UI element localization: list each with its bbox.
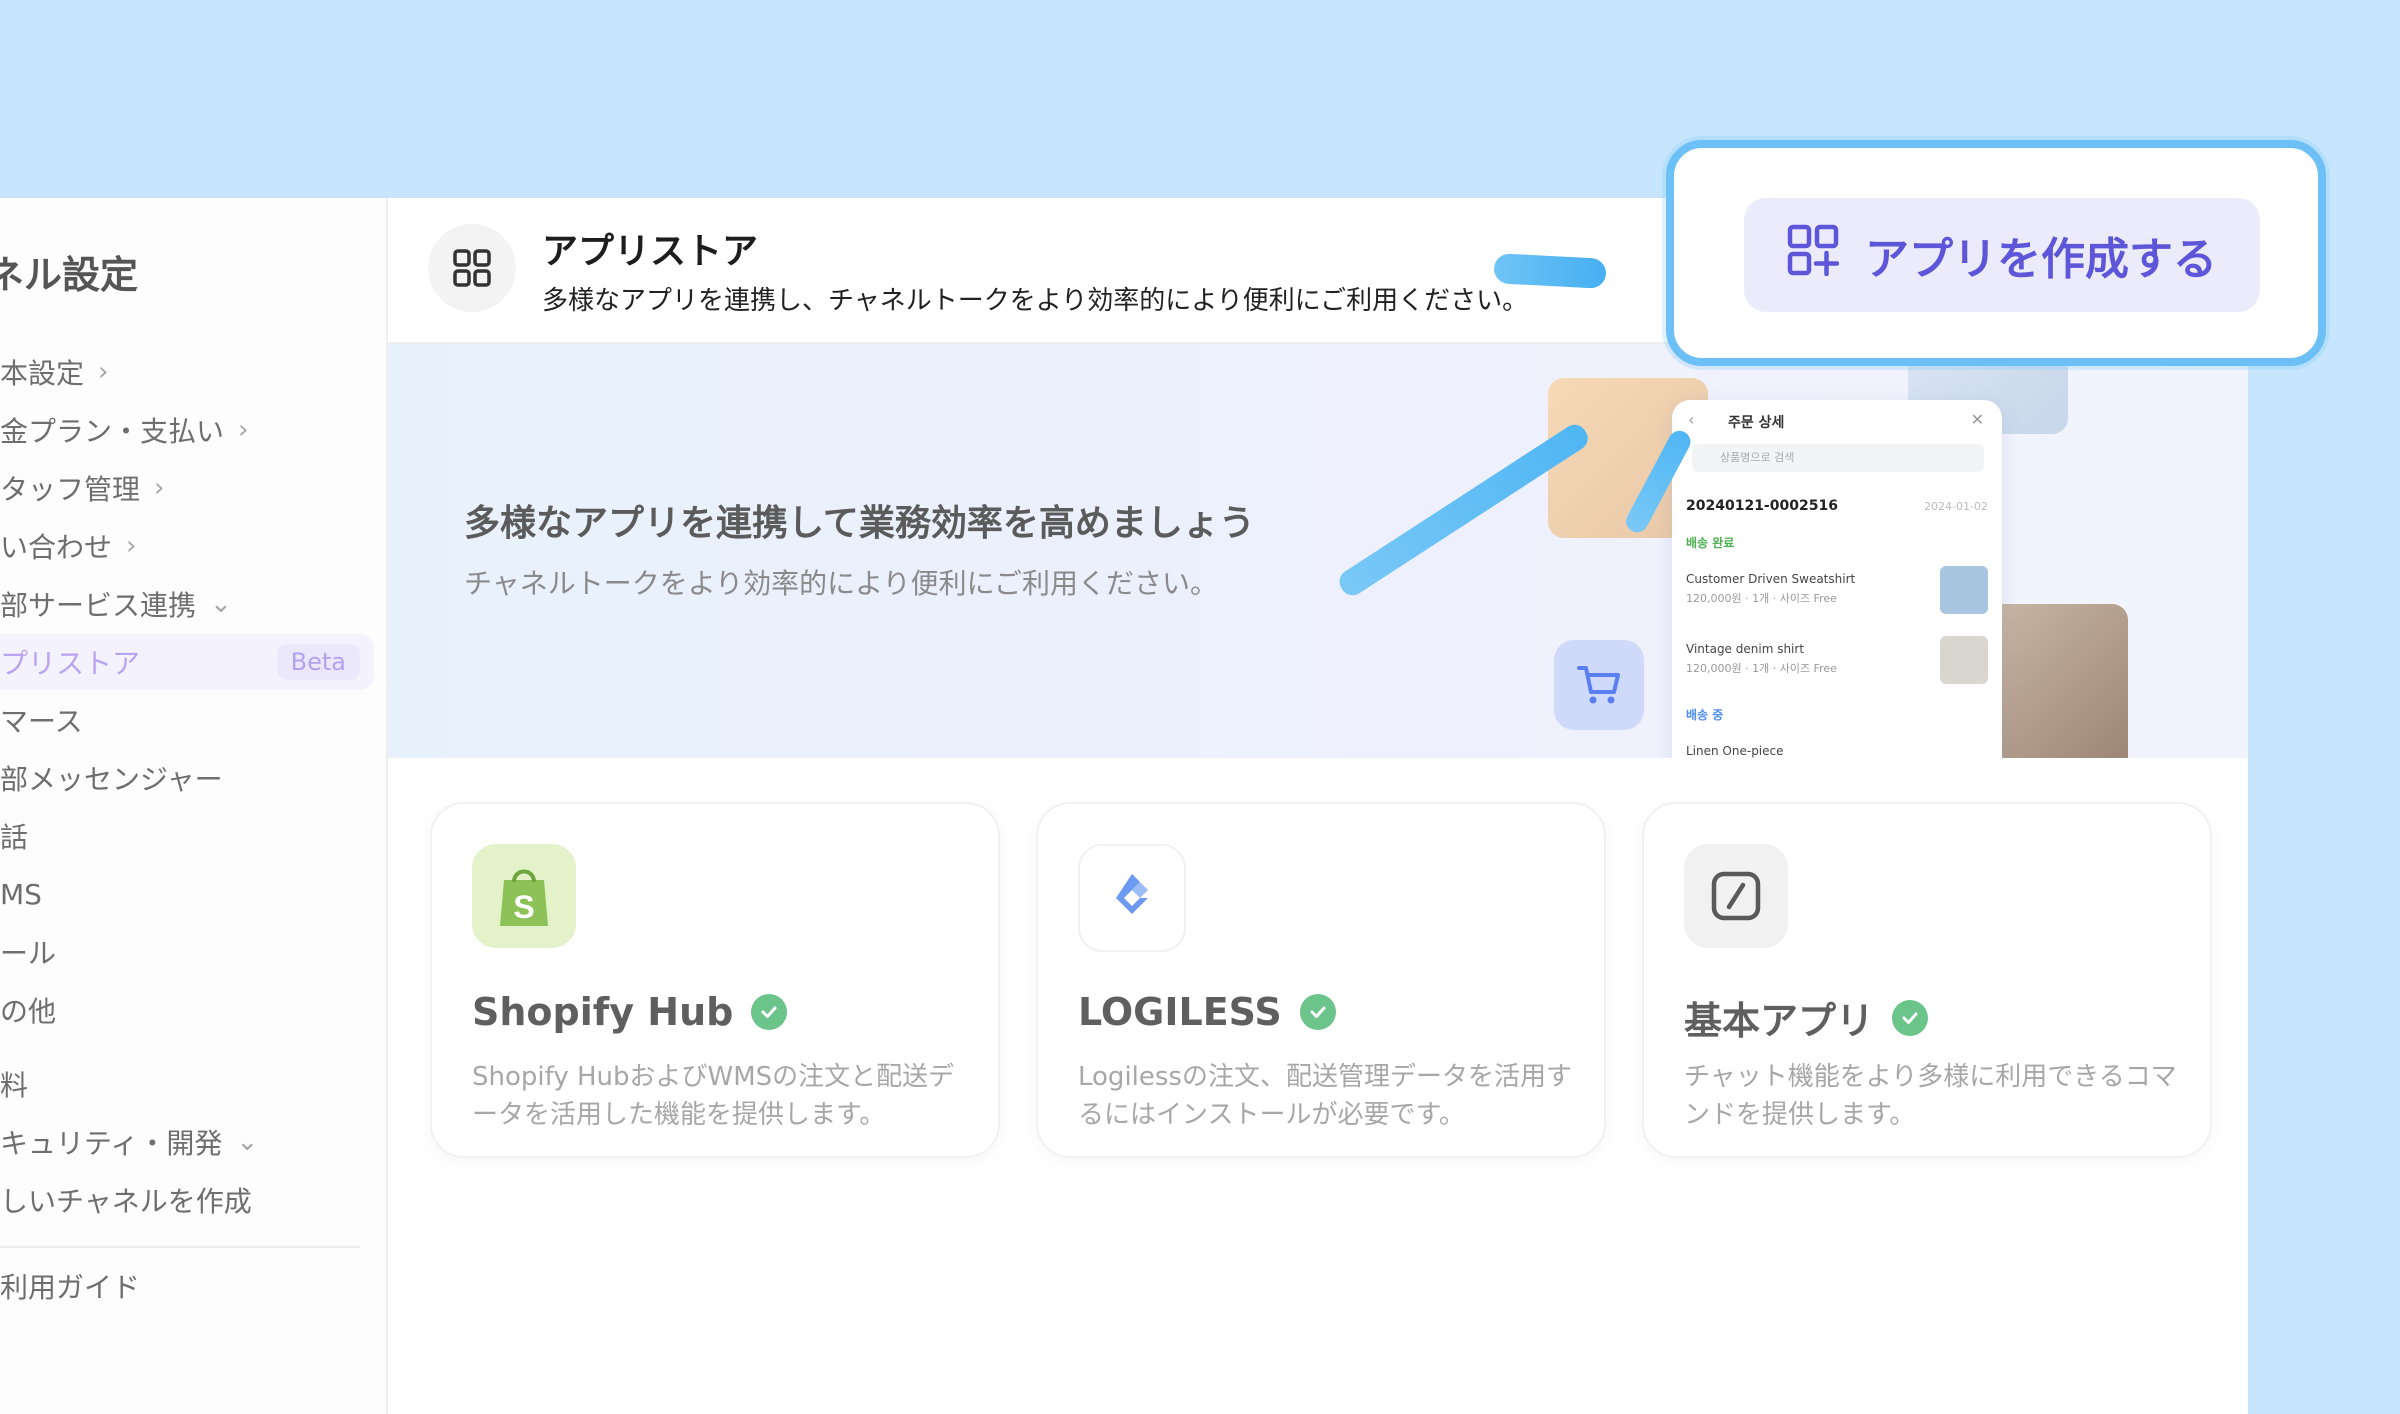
sidebar-item-security[interactable]: キュリティ・開発 ⌄	[0, 1114, 374, 1170]
banner-subtitle: チャネルトークをより効率的により便利にご利用ください。	[464, 567, 1219, 600]
mock-item-thumb	[1940, 566, 1988, 614]
verified-check-icon	[1892, 999, 1929, 1036]
sidebar-item-label: 話	[0, 821, 29, 854]
mock-order-id: 20240121-0002516	[1686, 498, 1838, 514]
create-app-button-label: アプリを作成する	[1865, 234, 2217, 285]
sidebar-item-label: ール	[0, 937, 57, 970]
create-app-button[interactable]: アプリを作成する	[1744, 198, 2260, 312]
app-card-title: 基本アプリ	[1684, 990, 1929, 1045]
sidebar-item-label: プリストア	[0, 647, 141, 680]
chevron-right-icon: ›	[154, 473, 165, 503]
create-app-callout: アプリを作成する	[1666, 140, 2326, 366]
verified-check-icon	[751, 994, 788, 1030]
sidebar-item-phone[interactable]: 話	[0, 808, 374, 864]
mock-header: 주문 상세	[1728, 415, 1785, 431]
chevron-right-icon: ›	[238, 415, 249, 445]
sidebar-item-pricing[interactable]: 料	[0, 1056, 374, 1112]
sidebar-item-label: 利用ガイド	[0, 1271, 141, 1304]
logiless-diamond-icon	[1078, 844, 1186, 952]
sidebar-item-messengers[interactable]: 部メッセンジャー	[0, 750, 374, 806]
sidebar-divider	[0, 1246, 360, 1248]
sidebar-item-label: い合わせ	[0, 531, 113, 564]
banner-photo	[1988, 604, 2128, 758]
mock-item: Vintage denim shirt 120,000원 · 1개 · 사이즈 …	[1686, 642, 1837, 675]
sidebar-item-staff[interactable]: タッフ管理 ›	[0, 460, 374, 516]
banner-title: 多様なアプリを連携して業務効率を高めましょう	[464, 503, 1255, 544]
sidebar-item-billing[interactable]: 金プラン・支払い ›	[0, 402, 374, 458]
app-card-basic-app[interactable]: 基本アプリ チャット機能をより多様に利用できるコマンドを提供します。	[1642, 802, 2212, 1158]
close-icon: ✕	[1970, 410, 1984, 429]
sidebar-item-label: しいチャネルを作成	[0, 1185, 252, 1218]
sidebar-item-integrations[interactable]: 部サービス連携 ⌄	[0, 576, 374, 632]
chevron-down-icon: ⌄	[210, 589, 232, 619]
mock-item: Linen One-piece	[1686, 744, 1784, 758]
chevron-right-icon: ›	[126, 531, 137, 561]
sidebar-item-label: 部サービス連携	[0, 589, 197, 622]
mock-item-thumb	[1940, 636, 1988, 684]
chevron-right-icon: ›	[98, 357, 109, 387]
sidebar-item-commerce[interactable]: マース	[0, 692, 374, 748]
beta-badge: Beta	[276, 644, 360, 680]
sidebar-item-inquiries[interactable]: い合わせ ›	[0, 518, 374, 574]
app-card-description: Logilessの注文、配送管理データを活用するにはインストールが必要です。	[1078, 1062, 1572, 1130]
sidebar-item-label: 料	[0, 1069, 29, 1102]
sidebar-item-new-channel[interactable]: しいチャネルを作成	[0, 1172, 374, 1228]
chevron-down-icon: ⌄	[236, 1127, 259, 1157]
sidebar-item-label: MS	[0, 877, 42, 911]
promo-banner: 多様なアプリを連携して業務効率を高めましょう チャネルトークをより効率的により便…	[388, 344, 2248, 758]
sidebar-item-label: の他	[0, 995, 57, 1028]
sidebar-nav: 本設定 › 金プラン・支払い › タッフ管理 › い合わせ › 部サービス連携 …	[0, 198, 386, 1414]
sidebar-item-app-store[interactable]: プリストア Beta	[0, 634, 374, 690]
mock-order-date: 2024-01-02	[1924, 500, 1988, 513]
slash-square-icon	[1684, 844, 1788, 948]
sidebar-item-other[interactable]: の他	[0, 982, 374, 1038]
sidebar-item-label: 金プラン・支払い	[0, 415, 225, 448]
sidebar-item-basic-settings[interactable]: 本設定 ›	[0, 344, 374, 400]
app-card-logiless[interactable]: LOGILESS Logilessの注文、配送管理データを活用するにはインストー…	[1036, 802, 1606, 1158]
mock-status-done: 배송 완료	[1686, 536, 1735, 550]
sidebar-item-label: キュリティ・開発	[0, 1127, 223, 1160]
app-card-description: Shopify HubおよびWMSの注文と配送データを活用した機能を提供します。	[472, 1062, 955, 1130]
sidebar-item-mail[interactable]: ール	[0, 924, 374, 980]
grid-plus-icon	[1787, 224, 1840, 287]
sidebar-item-label: マース	[0, 705, 83, 738]
verified-check-icon	[1299, 994, 1336, 1030]
highlight-stroke	[1493, 253, 1607, 289]
app-card-title: Shopify Hub	[472, 990, 788, 1034]
shopify-bag-icon: S	[472, 844, 576, 948]
sidebar-item-guide[interactable]: 利用ガイド	[0, 1258, 374, 1314]
back-icon: ‹	[1688, 410, 1695, 429]
sidebar-item-label: 部メッセンジャー	[0, 763, 223, 796]
sidebar-item-label: 本設定	[0, 357, 85, 390]
app-card-description: チャット機能をより多様に利用できるコマンドを提供します。	[1684, 1062, 2177, 1130]
sidebar-item-sms[interactable]: MS	[0, 866, 374, 922]
sidebar-item-label: タッフ管理	[0, 473, 141, 506]
grid-icon	[428, 224, 516, 312]
cart-icon	[1554, 640, 1644, 730]
order-detail-mockup: ‹ 주문 상세 ✕ 상품명으로 검색 20240121-0002516 2024…	[1672, 400, 2002, 758]
app-card-shopify-hub[interactable]: S Shopify Hub Shopify HubおよびWMSの注文と配送データ…	[430, 802, 1000, 1158]
mock-item: Customer Driven Sweatshirt 120,000원 · 1개…	[1686, 572, 1856, 605]
svg-text:S: S	[513, 889, 534, 925]
page-title: アプリストア	[542, 231, 759, 272]
app-card-title: LOGILESS	[1078, 990, 1336, 1034]
mock-search: 상품명으로 검색	[1692, 444, 1984, 472]
mock-status-shipping: 배송 중	[1686, 708, 1724, 722]
page-subtitle: 多様なアプリを連携し、チャネルトークをより効率的により便利にご利用ください。	[542, 286, 1529, 316]
